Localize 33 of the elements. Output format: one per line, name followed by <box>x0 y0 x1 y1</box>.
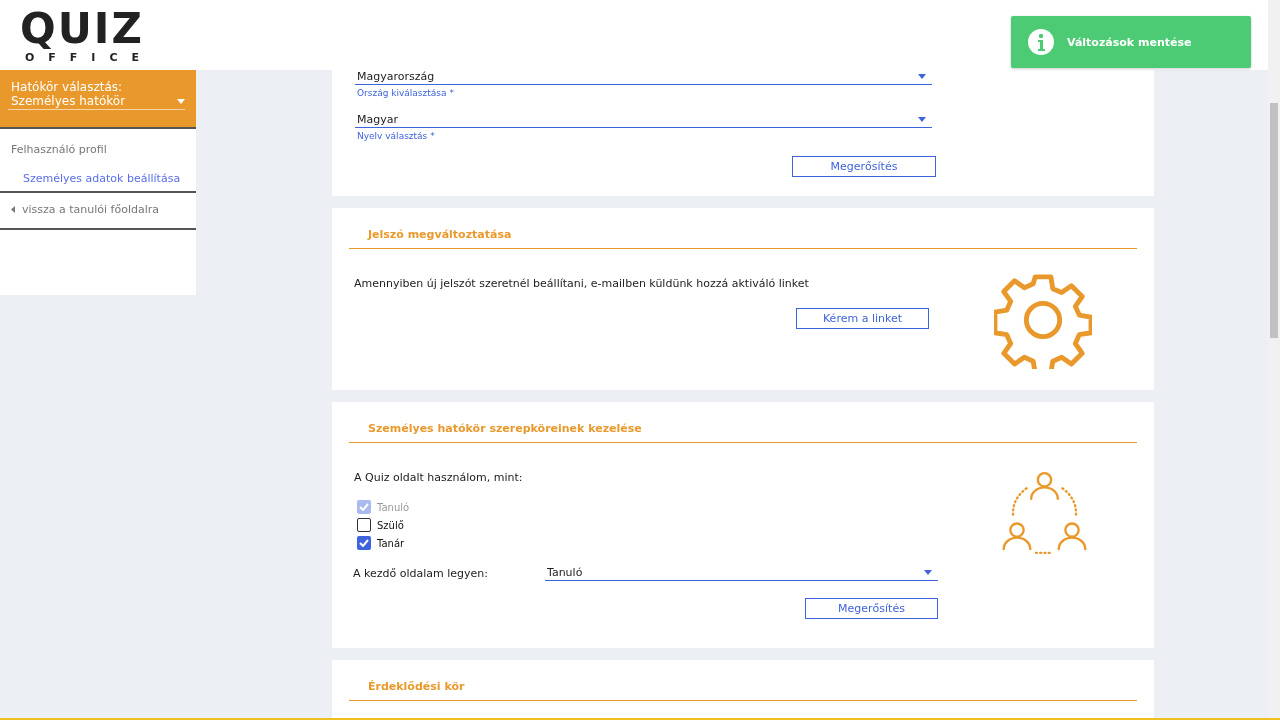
select-field[interactable]: Magyar <box>355 108 932 128</box>
checkbox-label: Tanár <box>377 537 405 549</box>
scrollbar[interactable] <box>1268 0 1280 718</box>
sidebar-heading: Felhasználó profil <box>10 142 108 158</box>
section-title: Személyes hatókör szerepköreinek kezelése <box>349 422 1137 443</box>
caret-icon <box>924 570 932 575</box>
request-link-button[interactable]: Kérem a linket <box>796 308 929 329</box>
confirm-button[interactable]: Megerősítés <box>805 598 938 619</box>
toast-text: Változások mentése <box>1067 35 1192 49</box>
caret-icon <box>918 117 926 122</box>
logo[interactable]: QUIZ OFFICE <box>14 6 150 64</box>
field-label: Nyelv választás * <box>356 130 436 141</box>
scope-label: Hatókör választás: <box>11 80 124 94</box>
section-title: Érdeklődési kör <box>349 680 1137 701</box>
back-link[interactable]: vissza a tanulói főoldalra <box>0 193 196 230</box>
roles-intro: A Quiz oldalt használom, mint: <box>353 471 524 484</box>
info-icon <box>1028 29 1054 55</box>
checkbox[interactable] <box>357 518 371 532</box>
caret-icon <box>918 74 926 79</box>
description-text: Amennyiben új jelszót szeretnél beállítani, e-mailben küldünk hozzá aktiváló linket <box>353 277 810 290</box>
start-page-label: A kezdő oldalam legyen: <box>352 567 490 580</box>
sidebar-link[interactable]: Személyes adatok beállítása <box>0 164 196 193</box>
section-title: Jelszó megváltoztatása <box>349 228 1137 249</box>
start-page-select[interactable]: Tanuló <box>545 566 938 581</box>
select-field[interactable]: Magyarország <box>355 70 932 85</box>
gear-icon <box>994 271 1092 369</box>
field-label: Ország kiválasztása * <box>356 87 455 98</box>
checkbox-label: Tanuló <box>377 501 410 513</box>
confirm-button[interactable]: Megerősítés <box>792 156 936 177</box>
checkbox[interactable] <box>357 536 371 550</box>
checkbox-label: Szülő <box>377 519 404 531</box>
caret-icon <box>177 98 185 104</box>
caret-left-icon <box>11 206 15 213</box>
